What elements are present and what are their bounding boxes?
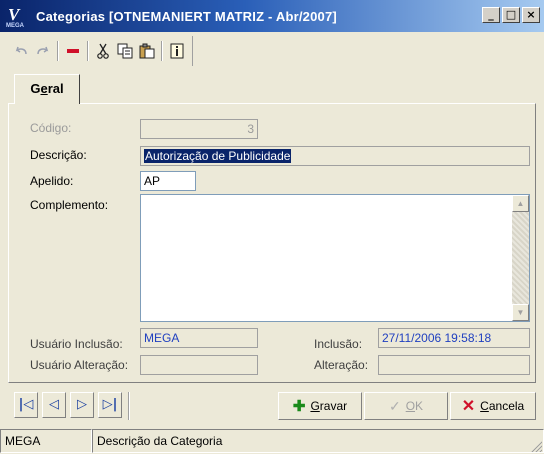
ok-label: OK [405,399,424,413]
categorias-window: V MEGA Categorias [OTNEMANIERT MATRIZ - A… [0,0,544,454]
usuario-alteracao-label: Usuário Alteração: [30,358,129,372]
complemento-text [141,195,529,199]
cancela-label: Cancela [480,399,525,413]
previous-record-button[interactable]: ◁ [42,392,66,418]
status-user: MEGA [0,429,92,453]
toolbar-separator [57,41,59,61]
memo-scrollbar[interactable]: ▲ ▼ [512,195,529,321]
toolbar [10,36,193,66]
title-bar[interactable]: V MEGA Categorias [OTNEMANIERT MATRIZ - A… [0,0,544,32]
apelido-label: Apelido: [30,174,74,188]
bottom-button-bar: |◁ ◁ ▷ ▷| ✚ Gravar ✓ OK ✕ Cancela [8,390,536,422]
window-title: Categorias [OTNEMANIERT MATRIZ - Abr/200… [36,8,337,24]
status-description: Descrição da Categoria [92,429,544,453]
paste-icon[interactable] [136,40,158,62]
cancel-x-icon: ✕ [461,398,476,415]
usuario-inclusao-field: MEGA [140,328,258,348]
usuario-alteracao-field [140,355,258,375]
alteracao-field [378,355,530,375]
complemento-memo[interactable]: ▲ ▼ [140,194,530,322]
scroll-down-icon[interactable]: ▼ [512,304,529,321]
tab-geral-label: Geral [30,81,64,96]
copy-icon[interactable] [114,40,136,62]
next-record-button[interactable]: ▷ [70,392,94,418]
descricao-label: Descrição: [30,148,87,162]
toolbar-separator [87,41,89,61]
minimize-button[interactable]: _ [482,7,500,23]
scroll-up-icon[interactable]: ▲ [512,195,529,212]
close-button[interactable]: × [522,7,540,23]
plus-icon: ✚ [292,398,306,415]
cut-icon[interactable] [92,40,114,62]
codigo-field: 3 [140,119,258,139]
cancela-button[interactable]: ✕ Cancela [450,392,536,420]
first-record-button[interactable]: |◁ [14,392,38,418]
inclusao-label: Inclusão: [314,337,363,351]
ok-button[interactable]: ✓ OK [364,392,448,420]
window-controls: _ □ × [482,7,540,23]
delete-icon[interactable] [62,40,84,62]
inclusao-field: 27/11/2006 19:58:18 [378,328,530,348]
descricao-field[interactable]: Autorização de Publicidade [140,146,530,166]
redo-icon[interactable] [32,40,54,62]
tab-geral[interactable]: Geral [14,74,80,104]
last-record-button[interactable]: ▷| [98,392,122,418]
gravar-label: Gravar [310,399,348,413]
info-icon[interactable] [166,40,188,62]
nav-separator [128,392,130,420]
maximize-button[interactable]: □ [502,7,520,23]
alteracao-label: Alteração: [314,358,369,372]
mega-app-icon: V MEGA [6,5,24,29]
status-bar: MEGA Descrição da Categoria [0,428,544,454]
toolbar-separator [161,41,163,61]
resize-grip-icon[interactable] [530,440,542,452]
complemento-label: Complemento: [30,198,109,212]
codigo-label: Código: [30,121,72,135]
apelido-field[interactable]: AP [140,171,196,191]
usuario-inclusao-label: Usuário Inclusão: [30,337,123,351]
undo-icon[interactable] [10,40,32,62]
check-icon: ✓ [388,397,401,414]
gravar-button[interactable]: ✚ Gravar [278,392,362,420]
